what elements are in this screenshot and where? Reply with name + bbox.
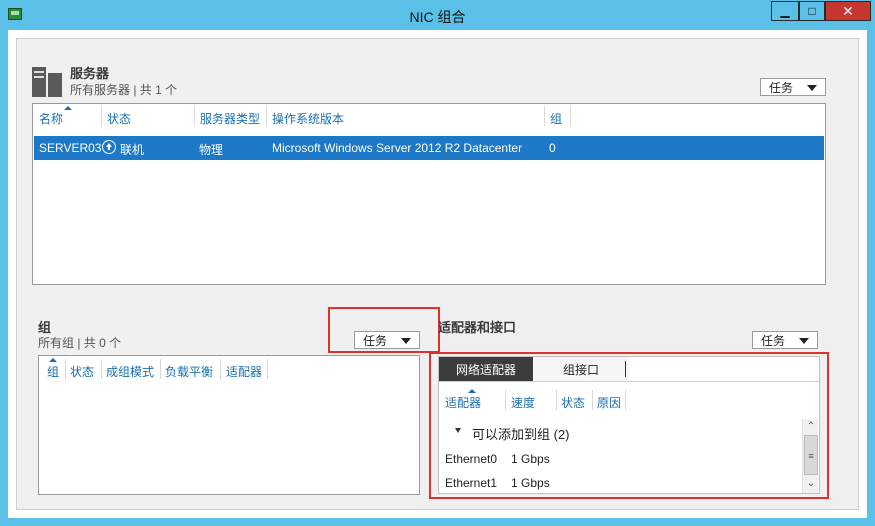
server-name: SERVER03 — [39, 141, 102, 155]
column-header-status[interactable]: 状态 — [70, 363, 94, 380]
sort-ascending-icon — [64, 106, 72, 110]
minimize-button[interactable]: ▁ — [771, 1, 799, 21]
groups-list[interactable]: 组 状态 成组模式 负载平衡 适配器 — [38, 355, 420, 495]
chevron-down-icon — [807, 85, 817, 91]
column-header-status[interactable]: 状态 — [107, 110, 131, 127]
table-row[interactable]: SERVER03 联机 物理 Microsoft Windows Server … — [34, 136, 824, 160]
server-status: 联机 — [120, 143, 145, 157]
window-controls: ▁ □ ✕ — [771, 1, 871, 21]
column-header-teaming-mode[interactable]: 成组模式 — [106, 363, 154, 380]
highlight-box — [328, 307, 440, 353]
servers-tasks-label: 任务 — [769, 80, 794, 95]
server-os: Microsoft Windows Server 2012 R2 Datacen… — [272, 141, 523, 155]
servers-subtitle: 所有服务器 | 共 1 个 — [70, 83, 178, 97]
column-header-os-version[interactable]: 操作系统版本 — [272, 110, 344, 127]
column-header-group[interactable]: 组 — [47, 363, 59, 380]
servers-list[interactable]: 名称 状态 服务器类型 操作系统版本 组 SERVER03 联机 物理 Micr… — [32, 103, 826, 285]
close-button[interactable]: ✕ — [825, 1, 871, 21]
servers-tasks-button[interactable]: 任务 — [760, 78, 826, 96]
chevron-down-icon — [799, 338, 809, 344]
column-header-group[interactable]: 组 — [550, 110, 562, 127]
server-type: 物理 — [199, 143, 224, 157]
server-group-count: 0 — [549, 141, 556, 155]
column-header-name[interactable]: 名称 — [39, 110, 63, 127]
column-header-adapters[interactable]: 适配器 — [226, 363, 262, 380]
adapters-tasks-button[interactable]: 任务 — [752, 331, 818, 349]
servers-title: 服务器 — [70, 66, 110, 81]
online-status-icon — [102, 140, 116, 154]
column-header-load-balancing[interactable]: 负载平衡 — [165, 363, 213, 380]
column-header-server-type[interactable]: 服务器类型 — [200, 110, 260, 127]
adapters-tasks-label: 任务 — [761, 333, 786, 348]
server-icon — [32, 67, 62, 97]
maximize-button[interactable]: □ — [799, 1, 825, 21]
adapters-title: 适配器和接口 — [438, 320, 517, 335]
title-bar: NIC 组合 ▁ □ ✕ — [0, 0, 875, 30]
groups-subtitle: 所有组 | 共 0 个 — [38, 336, 122, 350]
sort-ascending-icon — [49, 358, 57, 362]
highlight-box — [429, 352, 829, 499]
window-title: NIC 组合 — [409, 9, 466, 25]
